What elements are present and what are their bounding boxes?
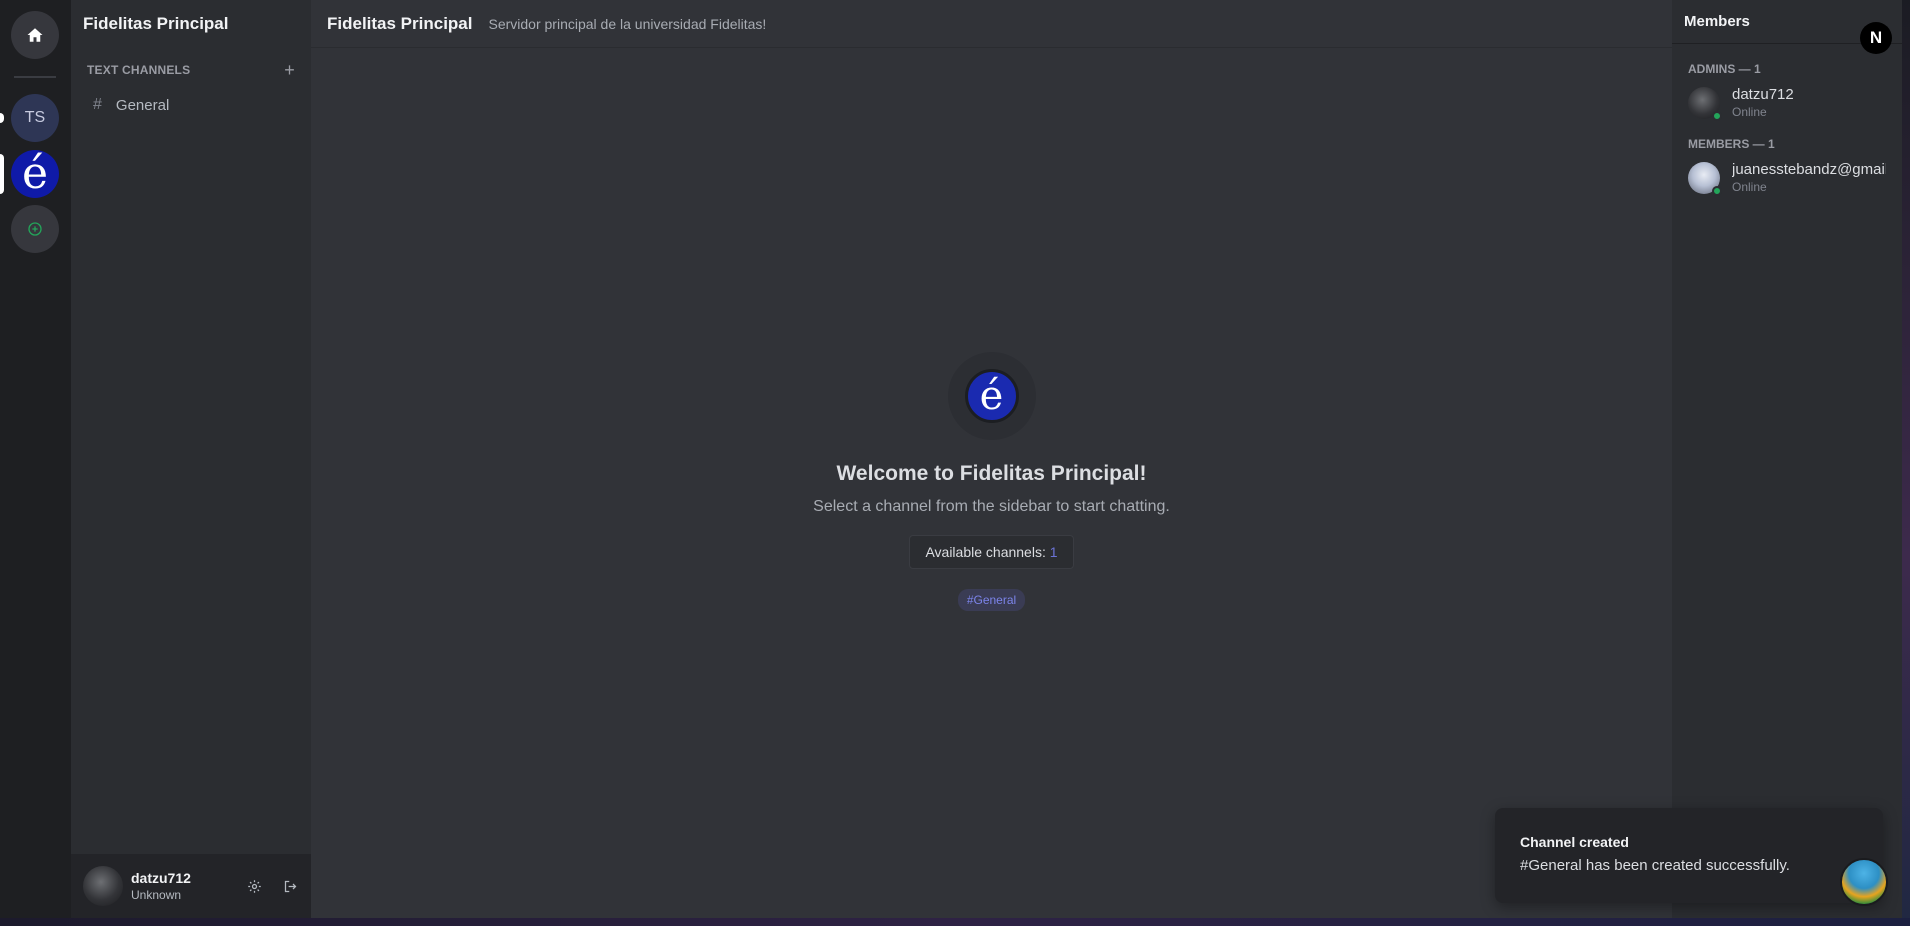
add-server-button[interactable] (11, 205, 59, 253)
floating-avatar[interactable] (1840, 858, 1888, 906)
category-label: TEXT CHANNELS (87, 63, 191, 77)
server-name[interactable]: Fidelitas Principal (71, 0, 311, 48)
members-panel: Members N ADMINS — 1 datzu712 Online MEM… (1672, 0, 1902, 918)
member-row[interactable]: datzu712 Online (1672, 76, 1902, 121)
toast-title: Channel created (1520, 834, 1629, 850)
welcome-hint: Select a channel from the sidebar to sta… (813, 498, 1170, 515)
available-channels-box: Available channels: 1 (909, 535, 1074, 569)
main-header: Fidelitas Principal Servidor principal d… (311, 0, 1672, 48)
member-status: Online (1732, 105, 1767, 119)
avatar (1688, 161, 1722, 196)
add-channel-icon[interactable]: + (284, 61, 295, 79)
member-row[interactable]: juanesstebandz@gmail.com Online (1672, 151, 1902, 196)
channel-item-general[interactable]: # General (87, 92, 301, 118)
available-channels-count: 1 (1049, 544, 1058, 560)
logout-button[interactable] (281, 877, 299, 895)
member-name: datzu712 (1732, 86, 1794, 103)
next-badge[interactable]: N (1860, 22, 1892, 54)
welcome-logo-ring: é (947, 352, 1036, 440)
page-subtitle: Servidor principal de la universidad Fid… (488, 15, 767, 32)
rail-separator (14, 76, 56, 78)
logout-icon (284, 880, 296, 892)
member-name: juanesstebandz@gmail.com (1732, 161, 1886, 178)
server-ts-button[interactable]: TS (11, 94, 59, 142)
member-status: Online (1732, 180, 1767, 194)
channel-tag-general[interactable]: #General (957, 589, 1026, 611)
app-window: TS é Fidelitas Principal TEXT CHANNELS +… (0, 0, 1902, 918)
avatar (1688, 86, 1722, 121)
channel-label: General (115, 96, 170, 114)
main-content: Fidelitas Principal Servidor principal d… (311, 0, 1672, 918)
server-fidelitas-button[interactable]: é (11, 150, 59, 198)
settings-button[interactable] (245, 877, 263, 895)
user-name: datzu712 (131, 870, 191, 886)
member-info: juanesstebandz@gmail.com Online (1732, 161, 1886, 194)
user-panel: datzu712 Unknown (71, 854, 311, 918)
user-status: Unknown (131, 888, 182, 902)
welcome-title: Welcome to Fidelitas Principal! (836, 462, 1147, 485)
toast-notification[interactable]: Channel created #General has been create… (1495, 808, 1883, 903)
channel-category: TEXT CHANNELS + (87, 61, 295, 79)
user-info: datzu712 Unknown (131, 870, 191, 902)
gear-icon (247, 879, 261, 893)
home-icon (27, 28, 43, 42)
page-title: Fidelitas Principal (327, 13, 473, 33)
welcome-panel: é Welcome to Fidelitas Principal! Select… (311, 352, 1672, 611)
server-fidelitas-logo: é (21, 148, 49, 199)
unread-indicator (0, 113, 4, 123)
server-ts-label: TS (24, 109, 46, 126)
user-actions (245, 877, 299, 895)
server-rail: TS é (0, 0, 71, 918)
available-channels-label: Available channels: (925, 544, 1046, 560)
avatar[interactable] (83, 866, 123, 906)
members-group-label: MEMBERS — 1 (1688, 137, 1775, 151)
channel-sidebar: Fidelitas Principal TEXT CHANNELS + # Ge… (71, 0, 311, 918)
online-indicator (1712, 110, 1722, 121)
desktop-edge (1902, 0, 1910, 926)
active-server-indicator (0, 154, 4, 194)
home-button[interactable] (11, 11, 59, 59)
server-logo: é (964, 369, 1019, 423)
hash-icon: # (93, 96, 102, 113)
online-indicator (1712, 185, 1722, 196)
toast-body: #General has been created successfully. (1520, 857, 1790, 874)
plus-circle-icon (28, 222, 42, 236)
desktop-bottom-edge (0, 918, 1910, 926)
member-info: datzu712 Online (1732, 86, 1794, 119)
